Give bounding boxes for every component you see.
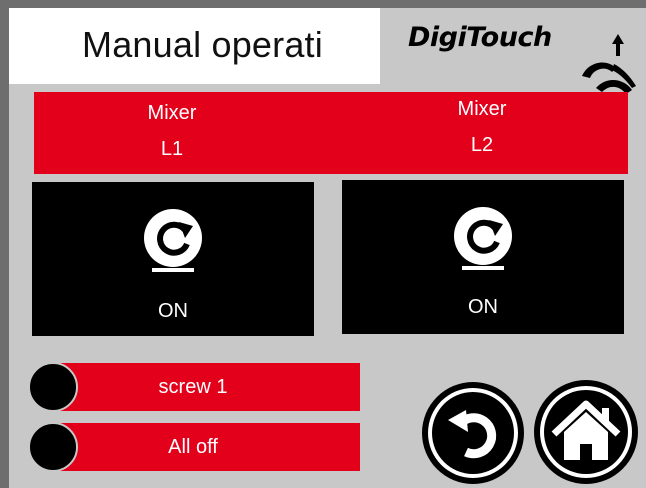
screw-1-indicator[interactable] <box>28 362 78 412</box>
state-indicator-bar <box>462 266 504 270</box>
mixer-l1-state: ON <box>158 300 188 322</box>
mixer-l2-line1: Mixer <box>457 98 507 120</box>
all-off-indicator[interactable] <box>28 422 78 472</box>
back-button[interactable] <box>420 380 526 486</box>
digitouch-logo: DigiTouch <box>400 14 640 100</box>
mixer-l2-line2: L2 <box>470 134 494 156</box>
mixer-l2-state: ON <box>468 296 498 318</box>
state-indicator-bar <box>152 268 194 272</box>
page-title: Manual operati <box>82 24 323 65</box>
logo-text: DigiTouch <box>408 22 552 53</box>
screw-1-label: screw 1 <box>158 376 228 398</box>
mixer-l1-line1: Mixer <box>147 102 197 124</box>
all-off-button[interactable]: All off <box>50 423 360 471</box>
rotate-icon <box>454 207 512 265</box>
mixer-l1-line2: L1 <box>160 138 184 160</box>
rotate-icon <box>144 209 202 267</box>
home-button[interactable] <box>532 378 640 486</box>
all-off-label: All off <box>168 436 218 458</box>
screw-1-button[interactable]: screw 1 <box>50 363 360 411</box>
mixer-l2-panel[interactable]: ON <box>342 180 624 334</box>
mixer-l1-panel[interactable]: ON <box>32 182 314 336</box>
